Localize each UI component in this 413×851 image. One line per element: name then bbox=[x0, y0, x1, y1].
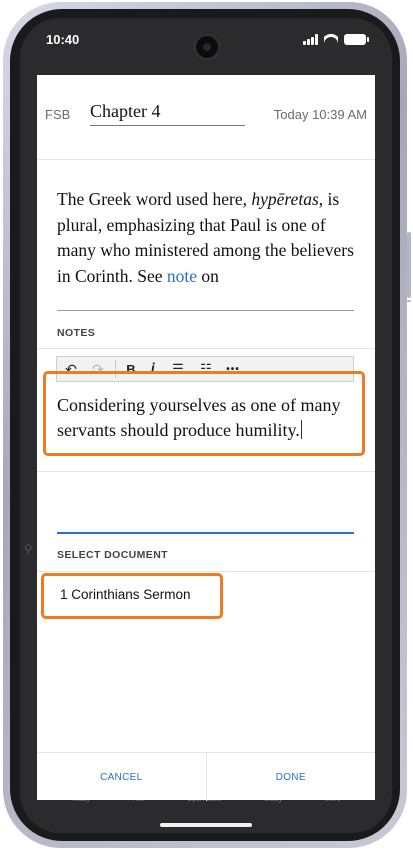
passage-text: The Greek word used here, hypēretas, is … bbox=[57, 187, 355, 297]
divider bbox=[37, 571, 375, 572]
note-title-field[interactable]: Chapter 4 bbox=[90, 101, 245, 126]
side-button bbox=[407, 232, 411, 298]
passage-text-part: The Greek word used here, bbox=[57, 189, 252, 209]
phone-screen: 10:40 ⚲ Today Ask Open Bible Study More … bbox=[20, 18, 392, 833]
divider bbox=[37, 348, 375, 349]
note-input-underline bbox=[57, 532, 354, 534]
battery-icon bbox=[344, 34, 369, 45]
status-icons bbox=[303, 34, 369, 45]
home-indicator[interactable] bbox=[160, 823, 252, 827]
done-button[interactable]: DONE bbox=[207, 753, 376, 801]
side-button bbox=[407, 300, 411, 302]
search-icon: ⚲ bbox=[24, 542, 33, 556]
resource-abbreviation: FSB bbox=[45, 107, 71, 122]
divider bbox=[37, 471, 375, 472]
select-document-label: SELECT DOCUMENT bbox=[57, 549, 168, 561]
status-time: 10:40 bbox=[46, 32, 80, 47]
passage-text-part: on bbox=[197, 265, 219, 286]
note-editor-modal: FSB Chapter 4 Today 10:39 AM The Greek w… bbox=[37, 75, 375, 801]
modal-footer: CANCEL DONE bbox=[37, 752, 375, 801]
passage-italic-word: hypēretas bbox=[251, 189, 319, 209]
cancel-button[interactable]: CANCEL bbox=[37, 753, 206, 801]
note-highlight-box bbox=[43, 371, 365, 456]
wifi-icon bbox=[324, 34, 338, 45]
document-highlight-box bbox=[41, 573, 223, 619]
notes-label: NOTES bbox=[57, 327, 96, 339]
signal-icon bbox=[303, 34, 318, 45]
divider bbox=[37, 159, 375, 160]
divider bbox=[57, 310, 354, 311]
note-timestamp: Today 10:39 AM bbox=[273, 107, 367, 122]
note-link[interactable]: note bbox=[167, 266, 197, 286]
front-camera bbox=[194, 34, 220, 60]
modal-header: FSB Chapter 4 Today 10:39 AM bbox=[37, 75, 375, 153]
